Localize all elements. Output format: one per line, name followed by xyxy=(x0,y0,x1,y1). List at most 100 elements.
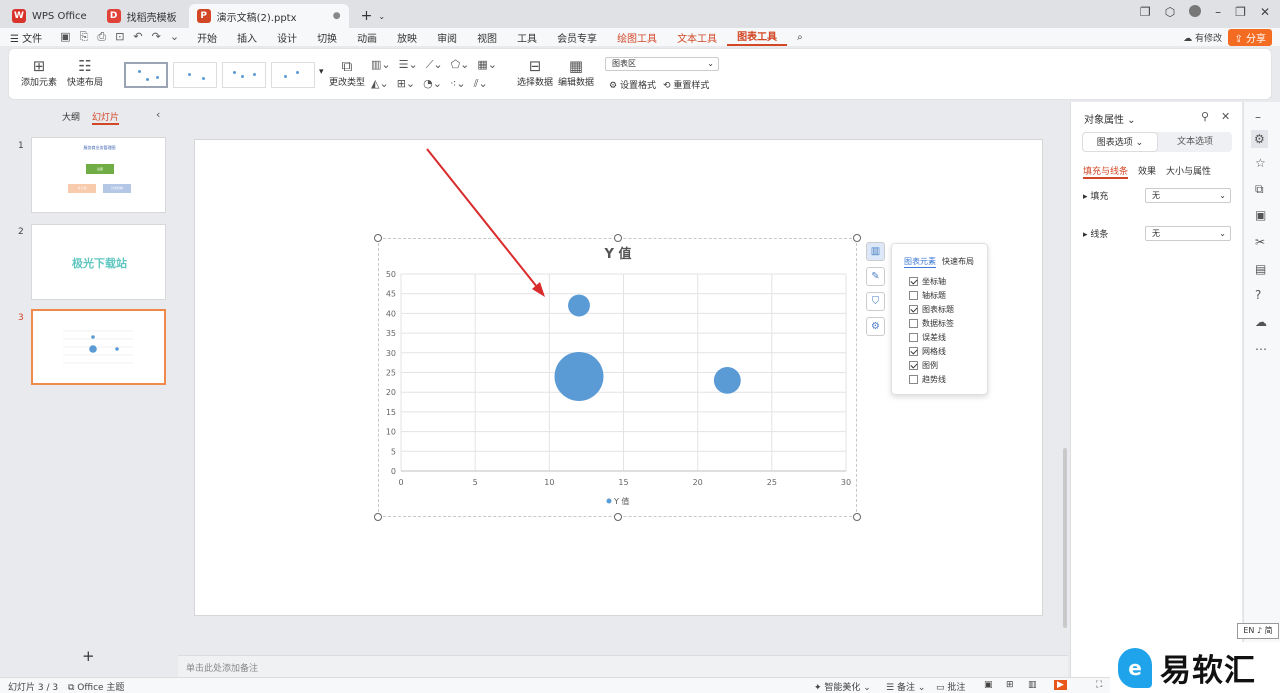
chart-style-1[interactable] xyxy=(124,62,168,88)
reset-style-button[interactable]: ⟲ 重置样式 xyxy=(663,78,709,91)
chart-style-brush-icon[interactable]: ✎ xyxy=(866,267,885,286)
help-icon[interactable]: ? xyxy=(1255,288,1261,302)
properties-icon[interactable]: ⚙ xyxy=(1251,130,1268,148)
edit-data-button[interactable]: ▦ 编辑数据 xyxy=(558,57,594,88)
option-data-labels[interactable]: 数据标签 xyxy=(909,318,954,329)
chart-area-select[interactable]: 图表区 ⌄ xyxy=(605,57,719,71)
fill-label[interactable]: ▸ 填充 xyxy=(1083,189,1145,202)
avatar[interactable] xyxy=(1189,5,1202,17)
slide-thumbnail-2[interactable]: 极光下载站 xyxy=(31,224,166,300)
resize-handle[interactable] xyxy=(374,234,382,242)
pie-chart-icon[interactable]: ◔⌄ xyxy=(423,77,442,91)
panel-title[interactable]: 对象属性 ⌄ xyxy=(1084,111,1136,126)
print-icon[interactable]: ⎙ xyxy=(97,30,106,44)
menu-chart-tools[interactable]: 图表工具 xyxy=(727,28,788,46)
share-button[interactable]: ⇪ 分享 xyxy=(1228,29,1272,46)
pin-icon[interactable]: ⚲ xyxy=(1201,110,1209,123)
checkbox[interactable] xyxy=(909,333,918,342)
menu-file[interactable]: ☰ 文件 xyxy=(0,30,52,45)
combo-chart-icon[interactable]: ⫽⌄ xyxy=(474,77,488,91)
notes-button[interactable]: ☰ 备注 ⌄ xyxy=(886,680,925,693)
resize-handle[interactable] xyxy=(853,234,861,242)
tab-slides[interactable]: 幻灯片 xyxy=(92,110,120,125)
chart-style-4[interactable] xyxy=(271,62,315,88)
save-icon[interactable]: ▣ xyxy=(60,30,70,44)
maximize-icon[interactable]: ❐ xyxy=(1235,5,1246,19)
menu-text-tools[interactable]: 文本工具 xyxy=(667,30,727,45)
menu-animation[interactable]: 动画 xyxy=(347,30,387,45)
checkbox[interactable] xyxy=(909,305,918,314)
menu-design[interactable]: 设计 xyxy=(267,30,307,45)
search-icon[interactable]: ⌕ xyxy=(787,32,813,43)
resize-handle[interactable] xyxy=(853,513,861,521)
minimize-panel-icon[interactable]: – xyxy=(1255,110,1261,124)
tab-dot-icon[interactable]: ● xyxy=(333,11,341,21)
menu-slideshow[interactable]: 放映 xyxy=(387,30,427,45)
add-element-button[interactable]: ⊞ 添加元素 xyxy=(21,57,57,88)
reading-view-icon[interactable]: ▥ xyxy=(1028,680,1037,690)
undo-icon[interactable]: ↶ xyxy=(133,30,142,44)
scrollbar-thumb[interactable] xyxy=(1063,448,1067,628)
select-data-button[interactable]: ⊟ 选择数据 xyxy=(517,57,553,88)
column-chart-icon[interactable]: ▥⌄ xyxy=(371,58,391,72)
line-chart-icon[interactable]: ⟋⌄ xyxy=(426,58,443,72)
chart-object[interactable] xyxy=(378,238,857,517)
subtab-effect[interactable]: 效果 xyxy=(1138,164,1156,179)
star-icon[interactable]: ☆ xyxy=(1255,156,1266,170)
radar-chart-icon[interactable]: ⬠⌄ xyxy=(451,58,470,72)
menu-tools[interactable]: 工具 xyxy=(507,30,547,45)
vertical-scrollbar[interactable] xyxy=(1062,102,1068,655)
chart-style-2[interactable] xyxy=(173,62,217,88)
smart-beautify-button[interactable]: ✦ 智能美化 ⌄ xyxy=(814,680,871,693)
tab-template[interactable]: D 找稻壳模板 xyxy=(99,4,185,28)
popup-tab-elements[interactable]: 图表元素 xyxy=(904,256,936,268)
theme-indicator[interactable]: ⧉ Office 主题 xyxy=(68,680,124,693)
subtab-size[interactable]: 大小与属性 xyxy=(1166,164,1211,179)
fill-select[interactable]: 无 ⌄ xyxy=(1145,188,1231,203)
preview-icon[interactable]: ⊡ xyxy=(115,30,124,44)
menu-insert[interactable]: 插入 xyxy=(227,30,267,45)
modified-indicator[interactable]: ☁ 有修改 xyxy=(1183,31,1222,44)
resize-handle[interactable] xyxy=(614,234,622,242)
option-chart-title[interactable]: 图表标题 xyxy=(909,304,954,315)
option-trendline[interactable]: 趋势线 xyxy=(909,374,946,385)
close-window-icon[interactable]: ✕ xyxy=(1260,5,1270,19)
chart-style-3[interactable] xyxy=(222,62,266,88)
book-icon[interactable]: ▤ xyxy=(1255,262,1266,276)
subtab-fill-line[interactable]: 填充与线条 xyxy=(1083,164,1129,179)
checkbox[interactable] xyxy=(909,347,918,356)
restore-tile-icon[interactable]: ❐ xyxy=(1140,5,1151,19)
normal-view-icon[interactable]: ▣ xyxy=(984,680,993,690)
option-gridlines[interactable]: 网格线 xyxy=(909,346,946,357)
option-legend[interactable]: 图例 xyxy=(909,360,938,371)
option-axis-title[interactable]: 轴标题 xyxy=(909,290,946,301)
checkbox[interactable] xyxy=(909,291,918,300)
line-select[interactable]: 无 ⌄ xyxy=(1145,226,1231,241)
menu-review[interactable]: 审阅 xyxy=(427,30,467,45)
gallery-more-icon[interactable]: ▾ xyxy=(319,67,324,77)
menu-view[interactable]: 视图 xyxy=(467,30,507,45)
copy-icon[interactable]: ⧉ xyxy=(1255,182,1264,197)
bar-chart-icon[interactable]: ☰⌄ xyxy=(399,58,418,72)
menu-start[interactable]: 开始 xyxy=(187,30,227,45)
sorter-view-icon[interactable]: ⊞ xyxy=(1006,680,1014,690)
seg-chart-options[interactable]: 图表选项 ⌄ xyxy=(1082,132,1158,152)
chart-elements-icon[interactable]: ▥ xyxy=(866,242,885,261)
play-icon[interactable]: ▶ xyxy=(1054,680,1067,690)
more-icon[interactable]: ⌄ xyxy=(170,30,179,44)
new-tab-button[interactable]: + ⌄ xyxy=(353,4,393,28)
fit-icon[interactable]: ⛶ xyxy=(1096,680,1102,690)
seg-text-options[interactable]: 文本选项 xyxy=(1158,132,1232,152)
tab-wps-office[interactable]: W WPS Office xyxy=(4,4,95,28)
tab-outline[interactable]: 大纲 xyxy=(62,110,80,125)
option-axis[interactable]: 坐标轴 xyxy=(909,276,946,287)
collapse-panel-icon[interactable]: ‹ xyxy=(156,108,160,121)
checkbox[interactable] xyxy=(909,319,918,328)
area-chart-icon[interactable]: ◭⌄ xyxy=(371,77,389,91)
comments-button[interactable]: ▭ 批注 xyxy=(936,680,965,693)
quick-layout-button[interactable]: ☷ 快速布局 xyxy=(67,57,103,88)
resize-handle[interactable] xyxy=(614,513,622,521)
checkbox[interactable] xyxy=(909,361,918,370)
change-type-button[interactable]: ⧉ 更改类型 xyxy=(329,57,365,88)
resize-handle[interactable] xyxy=(374,513,382,521)
